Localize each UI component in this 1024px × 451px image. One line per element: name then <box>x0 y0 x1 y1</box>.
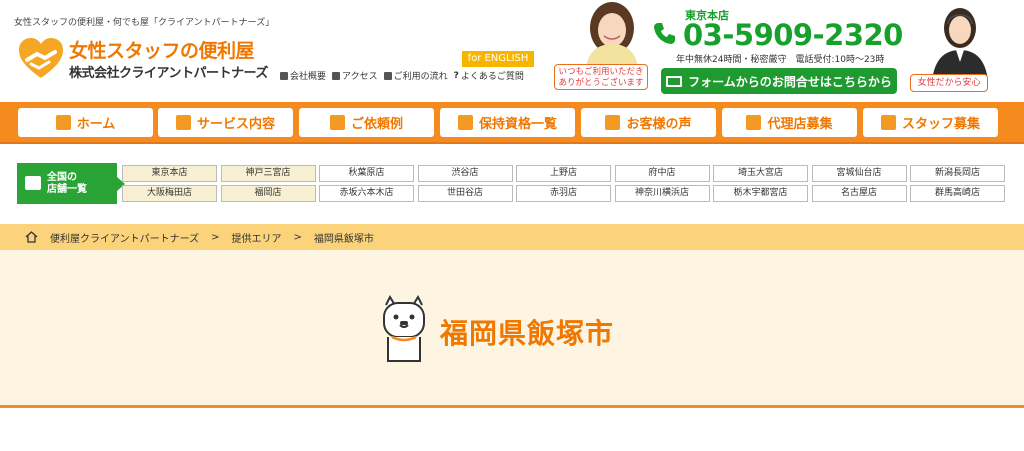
store-icon <box>25 176 41 190</box>
branch-link[interactable]: 神奈川横浜店 <box>614 185 710 202</box>
grid-icon <box>175 115 191 130</box>
page: 女性スタッフの便利屋・何でも屋「クライアントパートナーズ」 女性スタッフの便利屋… <box>0 0 1024 451</box>
greeting-bubble: いつもご利用いただき ありがとうございます <box>554 64 648 90</box>
contact-form-button[interactable]: フォームからのお問合せはこちらから <box>661 68 897 94</box>
branch-link[interactable]: 上野店 <box>516 165 611 182</box>
branch-link[interactable]: 渋谷店 <box>417 165 513 182</box>
question-icon: ? <box>453 70 459 81</box>
branch-link[interactable]: 栃木宇都宮店 <box>713 185 808 202</box>
building-icon <box>280 71 288 80</box>
site-logo[interactable]: 女性スタッフの便利屋 株式会社クライアントパートナーズ <box>17 34 277 84</box>
branch-link[interactable]: 埼玉大宮店 <box>713 165 808 182</box>
branch-link[interactable]: 赤坂六本木店 <box>319 185 414 202</box>
dog-mascot-icon <box>383 295 425 362</box>
branch-list: 全国の 店舗一覧 東京本店 神戸三宮店 秋葉原店 渋谷店 上野店 府中店 埼玉大宮店 宮城仙台… <box>0 146 1024 222</box>
nav-examples[interactable]: ご依頼例 <box>299 108 434 137</box>
branch-link[interactable]: 群馬高崎店 <box>910 185 1005 202</box>
phone-icon <box>654 23 675 44</box>
breadcrumb-home[interactable]: 便利屋クライアントパートナーズ <box>50 230 199 245</box>
nav-qualifications[interactable]: 保持資格一覧 <box>440 108 575 137</box>
branch-link[interactable]: 世田谷店 <box>417 185 513 202</box>
home-icon <box>25 231 38 243</box>
handshake-logo-icon <box>19 38 63 78</box>
breadcrumb-separator: > <box>293 231 302 243</box>
staff-woman-photo <box>586 2 638 68</box>
branch-link[interactable]: 宮城仙台店 <box>811 165 907 182</box>
bookmark-icon <box>746 115 762 130</box>
subnav-company[interactable]: 会社概要 <box>280 69 326 82</box>
business-hours: 年中無休24時間・秘密厳守 電話受付:10時～23時 <box>676 55 885 65</box>
person-icon <box>880 115 896 130</box>
header-subnav: 会社概要 アクセス ご利用の流れ ? よくあるご質問 <box>280 69 524 82</box>
branch-link[interactable]: 新潟長岡店 <box>910 165 1005 182</box>
breadcrumb-area[interactable]: 提供エリア <box>232 230 282 245</box>
breadcrumb-current: 福岡県飯塚市 <box>313 233 374 245</box>
branch-link[interactable]: 大阪梅田店 <box>122 185 217 202</box>
page-title: 福岡県飯塚市 <box>440 317 615 350</box>
nav-home[interactable]: ホーム <box>18 108 153 137</box>
branch-link[interactable]: 赤羽店 <box>516 185 611 202</box>
branch-link[interactable]: 東京本店 <box>122 165 217 182</box>
breadcrumb-separator: > <box>211 231 220 243</box>
english-link[interactable]: for ENGLISH <box>462 51 534 67</box>
site-header: 女性スタッフの便利屋・何でも屋「クライアントパートナーズ」 女性スタッフの便利屋… <box>0 0 1024 102</box>
map-pin-icon <box>332 71 341 80</box>
nav-recruit[interactable]: スタッフ募集 <box>863 108 998 137</box>
logo-company-name: 株式会社クライアントパートナーズ <box>69 66 268 81</box>
hand-icon <box>383 71 392 80</box>
speech-bubble-icon <box>605 115 621 130</box>
branch-list-label: 全国の 店舗一覧 <box>17 163 125 204</box>
branch-link[interactable]: 府中店 <box>614 165 710 182</box>
id-card-icon <box>457 115 473 130</box>
operator-woman-photo <box>932 8 988 82</box>
nav-services[interactable]: サービス内容 <box>158 108 293 137</box>
nav-testimonials[interactable]: お客様の声 <box>581 108 716 137</box>
subnav-access[interactable]: アクセス <box>332 69 378 82</box>
subnav-flow[interactable]: ご利用の流れ <box>383 69 448 82</box>
nav-agency[interactable]: 代理店募集 <box>722 108 857 137</box>
breadcrumb: 便利屋クライアントパートナーズ > 提供エリア > 福岡県飯塚市 <box>0 224 1024 250</box>
branch-link[interactable]: 名古屋店 <box>811 185 907 202</box>
site-tagline: 女性スタッフの便利屋・何でも屋「クライアントパートナーズ」 <box>14 18 275 28</box>
card-icon <box>329 115 345 130</box>
mail-icon <box>666 75 683 87</box>
main-navigation: ホーム サービス内容 ご依頼例 保持資格一覧 お客様の声 代理店募集 スタッフ募… <box>0 102 1024 144</box>
page-hero: 福岡県飯塚市 <box>0 250 1024 408</box>
branch-link[interactable]: 神戸三宮店 <box>220 165 316 182</box>
home-icon <box>55 115 71 130</box>
branch-link[interactable]: 秋葉原店 <box>319 165 414 182</box>
phone-number[interactable]: 03-5909-2320 <box>683 18 903 52</box>
subnav-faq[interactable]: ? よくあるご質問 <box>453 69 524 83</box>
reassurance-bubble: 女性だから安心 <box>910 74 988 92</box>
branch-link[interactable]: 福岡店 <box>220 185 316 202</box>
logo-title: 女性スタッフの便利屋 <box>69 40 255 62</box>
